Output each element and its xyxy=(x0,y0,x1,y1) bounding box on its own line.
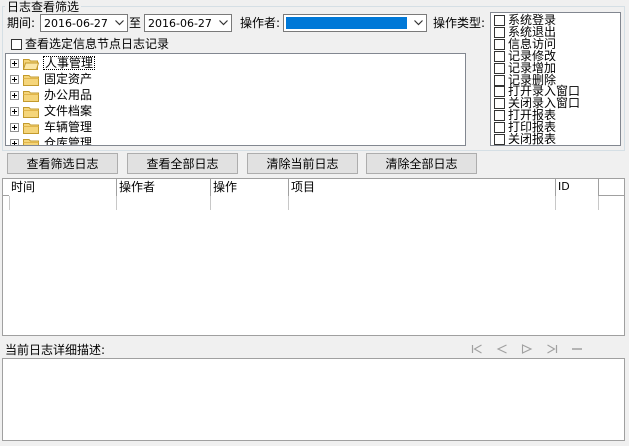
view-all-log-button[interactable]: 查看全部日志 xyxy=(127,153,238,174)
column-divider xyxy=(555,196,556,210)
date-to-picker[interactable]: 2016-06-27 xyxy=(144,14,232,32)
column-header-operation[interactable]: 操作 xyxy=(211,179,289,196)
tree-node[interactable]: 仓库管理 xyxy=(10,135,93,146)
tree-node[interactable]: 人事管理 xyxy=(10,55,96,71)
operation-type-label: 操作类型: xyxy=(433,16,486,30)
operation-type-checkbox[interactable] xyxy=(494,110,505,122)
tree-node[interactable]: 办公用品 xyxy=(10,87,93,103)
folder-icon xyxy=(23,74,39,86)
operator-select-highlight xyxy=(286,17,407,29)
operation-type-checkbox[interactable] xyxy=(494,38,505,50)
record-nav xyxy=(468,342,586,356)
column-divider xyxy=(598,196,599,210)
operation-type-checkbox[interactable] xyxy=(494,62,505,74)
column-header-item[interactable]: 项目 xyxy=(289,179,556,196)
operation-type-item[interactable]: 关闭报表 xyxy=(494,132,557,146)
operation-type-checkbox[interactable] xyxy=(494,86,505,98)
column-header-time[interactable]: 时间 xyxy=(9,179,117,196)
log-table[interactable]: 时间 操作者 操作 项目 ID xyxy=(2,178,625,336)
node-log-checkbox[interactable]: 查看选定信息节点日志记录 xyxy=(11,37,169,51)
folder-icon xyxy=(23,122,39,134)
tree-node[interactable]: 车辆管理 xyxy=(10,119,93,135)
detail-text[interactable] xyxy=(2,358,625,441)
operator-label: 操作者: xyxy=(240,16,281,30)
operator-value xyxy=(286,18,288,31)
column-divider xyxy=(210,196,211,210)
column-divider xyxy=(288,196,289,210)
tree-node-label: 车辆管理 xyxy=(44,120,93,134)
node-log-checkbox-box[interactable] xyxy=(11,38,22,50)
column-header-operator[interactable]: 操作者 xyxy=(117,179,211,196)
tree-node-label: 固定资产 xyxy=(44,72,93,86)
next-record-icon[interactable] xyxy=(518,342,536,356)
node-log-checkbox-label: 查看选定信息节点日志记录 xyxy=(25,37,170,51)
operation-type-checkbox[interactable] xyxy=(494,134,505,145)
folder-icon xyxy=(23,90,39,102)
operation-type-list[interactable]: 系统登录 系统退出 信息访问 记录修改 记录增加 记录删除 打开录入窗口 关闭录入窗口 打开报表… xyxy=(490,12,621,146)
to-label: 至 xyxy=(129,16,142,30)
column-divider xyxy=(116,196,117,210)
expand-icon[interactable] xyxy=(10,74,19,84)
log-table-header: 时间 操作者 操作 项目 ID xyxy=(3,179,624,196)
column-divider xyxy=(9,196,10,210)
operation-type-checkbox[interactable] xyxy=(494,15,505,26)
period-label: 期间: xyxy=(7,16,36,30)
date-from-value: 2016-06-27 xyxy=(44,17,108,30)
first-record-icon[interactable] xyxy=(468,342,486,356)
operation-type-checkbox[interactable] xyxy=(494,74,505,86)
chevron-down-icon[interactable] xyxy=(411,15,426,31)
tree-node-label: 人事管理 xyxy=(43,56,96,70)
clear-icon[interactable] xyxy=(568,342,586,356)
date-to-value: 2016-06-27 xyxy=(148,17,212,30)
chevron-down-icon[interactable] xyxy=(216,15,231,31)
expand-icon[interactable] xyxy=(10,122,19,132)
filter-group-title: 日志查看筛选 xyxy=(5,0,82,14)
date-from-picker[interactable]: 2016-06-27 xyxy=(40,14,128,32)
tree-node-label: 办公用品 xyxy=(44,88,93,102)
tree-node-label: 文件档案 xyxy=(44,104,93,118)
expand-icon[interactable] xyxy=(10,58,19,68)
tree-node[interactable]: 固定资产 xyxy=(10,71,93,87)
prev-record-icon[interactable] xyxy=(493,342,511,356)
operation-type-label: 关闭报表 xyxy=(508,132,557,146)
view-filtered-log-button[interactable]: 查看筛选日志 xyxy=(7,153,118,174)
operation-type-checkbox[interactable] xyxy=(494,26,505,38)
expand-icon[interactable] xyxy=(10,106,19,116)
operation-type-item[interactable]: 记录增加 xyxy=(494,60,557,75)
folder-icon xyxy=(23,138,39,145)
tree-node[interactable]: 文件档案 xyxy=(10,103,93,119)
folder-icon xyxy=(23,106,39,118)
info-node-tree[interactable]: 人事管理固定资产办公用品文件档案车辆管理仓库管理 xyxy=(5,53,466,146)
operation-type-checkbox[interactable] xyxy=(494,122,505,134)
operator-select[interactable] xyxy=(283,14,427,32)
tree-node-label: 仓库管理 xyxy=(44,136,93,146)
operation-type-checkbox[interactable] xyxy=(494,98,505,110)
expand-icon[interactable] xyxy=(10,138,19,145)
clear-all-log-button[interactable]: 清除全部日志 xyxy=(366,153,477,174)
column-header-id[interactable]: ID xyxy=(556,179,599,196)
last-record-icon[interactable] xyxy=(543,342,561,356)
chevron-down-icon[interactable] xyxy=(112,15,127,31)
operation-type-checkbox[interactable] xyxy=(494,50,505,62)
operation-type-label: 记录增加 xyxy=(508,60,557,75)
expand-icon[interactable] xyxy=(10,90,19,100)
detail-label: 当前日志详细描述: xyxy=(5,343,106,357)
clear-current-log-button[interactable]: 清除当前日志 xyxy=(247,153,358,174)
folder-icon xyxy=(23,58,39,70)
